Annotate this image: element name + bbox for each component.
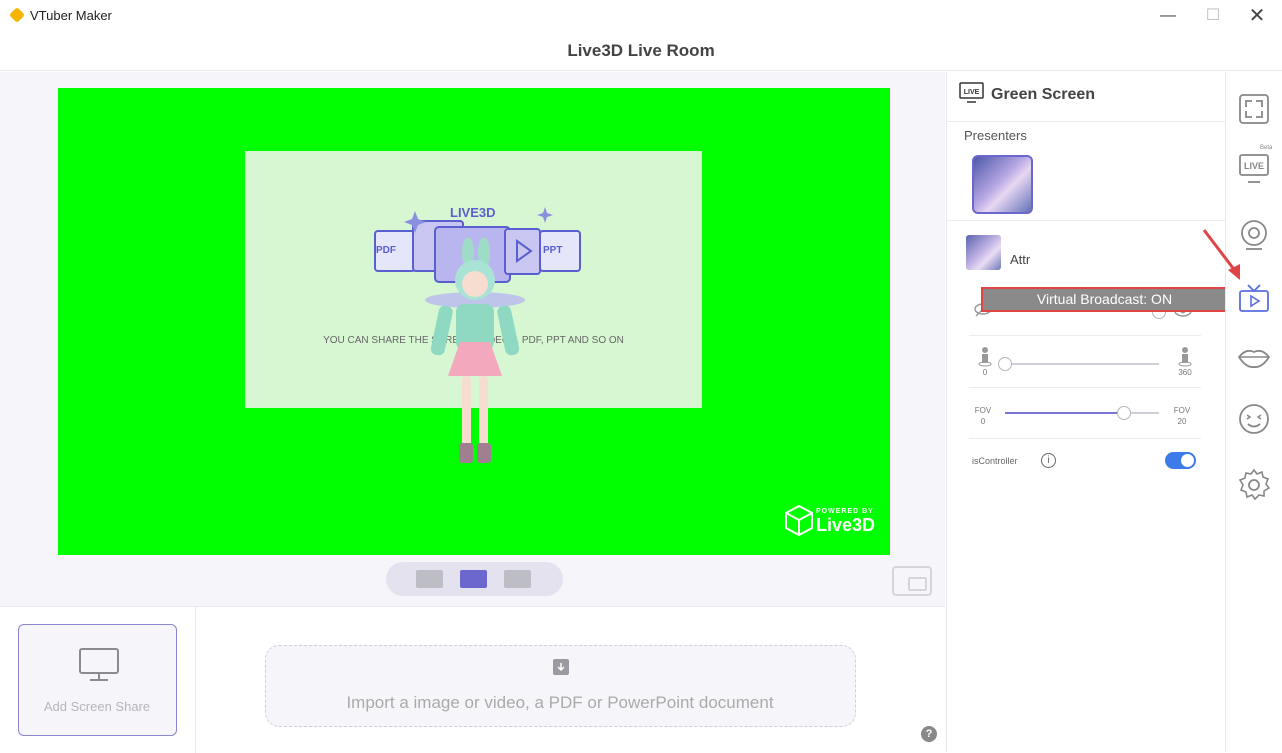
- rotate-left-icon: [978, 347, 992, 367]
- divider: [195, 607, 196, 753]
- is-controller-label: isController: [972, 456, 1018, 466]
- divider: [969, 438, 1201, 439]
- watermark-brand: Live3D: [816, 515, 876, 535]
- green-screen-preview[interactable]: PDF PPT LIVE3D YOU CAN SHARE THE SCREEN,…: [58, 88, 890, 555]
- attr-label: Attr: [1010, 252, 1031, 267]
- camera-view-3-button[interactable]: [504, 570, 531, 588]
- picture-in-picture-icon[interactable]: [892, 566, 932, 596]
- vtuber-avatar: [425, 238, 525, 463]
- import-label: Import a image or video, a PDF or PowerP…: [346, 693, 774, 712]
- fov-right-label: FOV: [1173, 406, 1191, 415]
- annotation-arrow-icon: [1202, 229, 1240, 280]
- rotation-min-label: 0: [982, 368, 988, 377]
- close-button[interactable]: ✕: [1242, 4, 1272, 28]
- live3d-logo: LIVE3D: [450, 205, 496, 220]
- minimize-button[interactable]: —: [1153, 4, 1183, 28]
- powered-by-label: POWERED BY: [816, 508, 874, 515]
- info-icon[interactable]: i: [1041, 453, 1056, 468]
- import-file-icon: [553, 659, 569, 675]
- beta-badge: Beta: [1260, 145, 1273, 151]
- right-toolbar: Beta LIVE: [1225, 72, 1282, 752]
- camera-view-1-button[interactable]: [416, 570, 443, 588]
- page-header: Live3D Live Room: [0, 32, 1282, 71]
- pdf-label: PDF: [376, 245, 396, 256]
- title-bar: VTuber Maker — ☐ ✕: [0, 0, 1282, 32]
- camera-view-switcher: [386, 562, 563, 596]
- ppt-label: PPT: [543, 245, 563, 256]
- face-icon[interactable]: [1237, 402, 1271, 436]
- virtual-broadcast-icon[interactable]: [1237, 282, 1271, 316]
- maximize-button[interactable]: ☐: [1198, 4, 1228, 28]
- divider: [969, 335, 1201, 336]
- live-icon-text: LIVE: [964, 89, 980, 96]
- add-screen-share-label: Add Screen Share: [43, 699, 151, 714]
- presenters-label: Presenters: [964, 128, 1027, 143]
- live-beta-text: LIVE: [1244, 161, 1264, 171]
- settings-icon[interactable]: [1237, 468, 1271, 502]
- add-screen-share-button[interactable]: Add Screen Share: [18, 624, 177, 736]
- fov-slider-fill: [1005, 412, 1124, 414]
- import-dropzone[interactable]: Import a image or video, a PDF or PowerP…: [265, 645, 856, 727]
- rotate-right-icon: [1178, 347, 1192, 367]
- fov-right-value: 20: [1177, 417, 1187, 426]
- virtual-broadcast-tooltip: Virtual Broadcast: ON: [981, 287, 1228, 312]
- attr-avatar: [966, 235, 1001, 270]
- fov-left-value: 0: [980, 417, 986, 426]
- rotation-slider-track[interactable]: [1001, 363, 1159, 365]
- is-controller-toggle[interactable]: [1165, 452, 1196, 469]
- fov-slider-track[interactable]: [1005, 412, 1159, 414]
- cube-logo-icon: [785, 504, 813, 537]
- settings-panel: LIVE Green Screen Presenters Attr 0 360 …: [946, 72, 1225, 752]
- lips-icon[interactable]: [1237, 340, 1271, 374]
- fov-slider-knob[interactable]: [1116, 406, 1131, 420]
- presenter-avatar[interactable]: [972, 155, 1033, 214]
- stage-area: PDF PPT LIVE3D YOU CAN SHARE THE SCREEN,…: [0, 72, 945, 606]
- panel-title: Green Screen: [991, 86, 1096, 103]
- powered-by-watermark: POWERED BY Live3D: [784, 504, 875, 543]
- live-beta-icon[interactable]: LIVE: [1237, 152, 1271, 186]
- divider: [969, 387, 1201, 388]
- camera-view-2-button[interactable]: [460, 570, 487, 588]
- app-logo-icon: [9, 7, 25, 23]
- rotation-max-label: 360: [1178, 368, 1192, 377]
- monitor-icon: [79, 648, 119, 681]
- help-icon[interactable]: ?: [921, 726, 937, 742]
- page-title: Live3D Live Room: [567, 41, 715, 60]
- media-bar: Add Screen Share Import a image or video…: [0, 606, 945, 753]
- fov-left-label: FOV: [974, 406, 992, 415]
- live-monitor-icon: LIVE: [959, 82, 984, 103]
- rotation-slider-knob[interactable]: [998, 357, 1012, 371]
- app-title: VTuber Maker: [30, 8, 112, 23]
- divider: [947, 121, 1225, 122]
- fullscreen-icon[interactable]: [1237, 92, 1271, 126]
- divider: [947, 220, 1225, 221]
